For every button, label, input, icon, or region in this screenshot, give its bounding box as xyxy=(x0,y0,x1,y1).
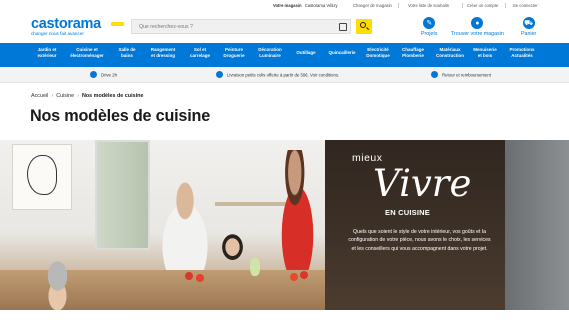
store-locator-label: Trouver votre magasin xyxy=(451,31,504,37)
cart-button[interactable]: ⛟ Panier xyxy=(521,17,536,37)
service-drive[interactable]: Drive 2h xyxy=(90,71,118,79)
wall-art-image xyxy=(12,144,72,210)
service-returns[interactable]: Retour et remboursement xyxy=(431,71,491,79)
nav-item-outillage[interactable]: Outillage xyxy=(292,50,320,56)
nav-item-salle-de-bains[interactable]: Salle de bains xyxy=(115,47,139,59)
services-bar: Drive 2h Livraison petits colis offerte … xyxy=(0,67,569,83)
service-delivery[interactable]: Livraison petits colis offerte à partir … xyxy=(216,71,340,79)
barcode-scan-icon[interactable] xyxy=(339,23,347,31)
nav-item-sol[interactable]: Sol et carrelage xyxy=(186,47,214,59)
projects-label: Projets xyxy=(421,31,438,37)
breadcrumb: Accueil › Cuisine › Nos modèles de cuisine xyxy=(31,93,143,99)
divider xyxy=(398,3,399,8)
store-locator-icon: ● xyxy=(471,17,484,29)
search-input[interactable]: Que recherchez-vous ? xyxy=(131,19,351,34)
search-placeholder: Que recherchez-vous ? xyxy=(139,24,193,30)
nav-item-promotions[interactable]: Promotions Actualités xyxy=(506,47,538,59)
search-button[interactable] xyxy=(356,19,372,34)
divider xyxy=(462,3,463,8)
nav-item-materiaux[interactable]: Matériaux Construction xyxy=(433,47,467,59)
change-store-link[interactable]: Changer de magasin xyxy=(353,3,392,8)
hero-description: Quels que soient le style de votre intér… xyxy=(348,229,491,252)
chevron-right-icon: › xyxy=(77,93,79,99)
projects-icon: ✎ xyxy=(423,17,436,29)
login-link[interactable]: Se connecter xyxy=(513,3,538,8)
main-nav: Jardin et extérieur Cuisine et électroména… xyxy=(0,43,569,67)
drive-icon xyxy=(90,71,97,78)
divider xyxy=(505,3,506,8)
hero-en-cuisine: EN CUISINE xyxy=(385,208,430,217)
store-value: Castorama Vélizy xyxy=(304,3,338,8)
logo-wordmark: castorama xyxy=(31,16,101,32)
nav-item-chauffage[interactable]: Chauffage Plomberie xyxy=(398,47,428,59)
cart-icon: ⛟ xyxy=(522,17,535,29)
chevron-right-icon: › xyxy=(51,93,54,99)
return-icon xyxy=(431,71,438,78)
nav-item-peinture[interactable]: Peinture Droguerie xyxy=(220,47,248,59)
nav-item-cuisine[interactable]: Cuisine et électroménager xyxy=(67,47,107,59)
hero-photo-edge xyxy=(505,140,569,310)
nav-item-electricite[interactable]: Electricité Domotique xyxy=(362,47,394,59)
wishlist-link[interactable]: Votre liste de souhaits xyxy=(408,3,449,8)
hero-banner[interactable]: mieux Vivre EN CUISINE Quels que soient … xyxy=(0,140,569,310)
store-selector[interactable]: Votre magasin Castorama Vélizy xyxy=(273,3,338,8)
nav-item-rangement[interactable]: Rangement et dressing xyxy=(146,47,180,59)
family-photo-figure xyxy=(210,230,255,275)
nav-item-jardin[interactable]: Jardin et extérieur xyxy=(34,47,60,59)
family-photo-figure xyxy=(35,260,80,310)
breadcrumb-home[interactable]: Accueil xyxy=(31,93,48,99)
projects-button[interactable]: ✎ Projets xyxy=(421,17,438,37)
hero-photo xyxy=(0,140,325,310)
castorama-logo[interactable]: castorama changer nous fait avancer xyxy=(31,16,124,36)
hero-vivre: Vivre xyxy=(373,162,472,205)
store-locator-button[interactable]: ● Trouver votre magasin xyxy=(451,17,504,37)
nav-item-decoration[interactable]: Décoration Luminaire xyxy=(254,47,286,59)
delivery-icon xyxy=(216,71,223,78)
logo-yellow-bar xyxy=(111,22,124,26)
cart-label: Panier xyxy=(521,31,537,37)
service-delivery-label: Livraison petits colis offerte à partir … xyxy=(227,72,340,78)
breadcrumb-cuisine[interactable]: Cuisine xyxy=(56,93,74,99)
family-photo-figure xyxy=(270,150,325,275)
nav-item-quincaillerie[interactable]: Quincaillerie xyxy=(325,50,359,56)
service-returns-label: Retour et remboursement xyxy=(442,72,491,78)
store-label: Votre magasin xyxy=(273,3,302,8)
breadcrumb-current: Nos modèles de cuisine xyxy=(81,93,144,99)
service-drive-label: Drive 2h xyxy=(101,72,118,78)
create-account-link[interactable]: Créer un compte xyxy=(467,3,498,8)
nav-item-menuiserie[interactable]: Menuiserie et bois xyxy=(470,47,500,59)
header: castorama changer nous fait avancer Que … xyxy=(0,12,569,43)
window-image xyxy=(95,140,150,250)
top-utility-bar: Votre magasin Castorama Vélizy Changer d… xyxy=(0,0,569,12)
page-title: Nos modèles de cuisine xyxy=(30,107,211,125)
